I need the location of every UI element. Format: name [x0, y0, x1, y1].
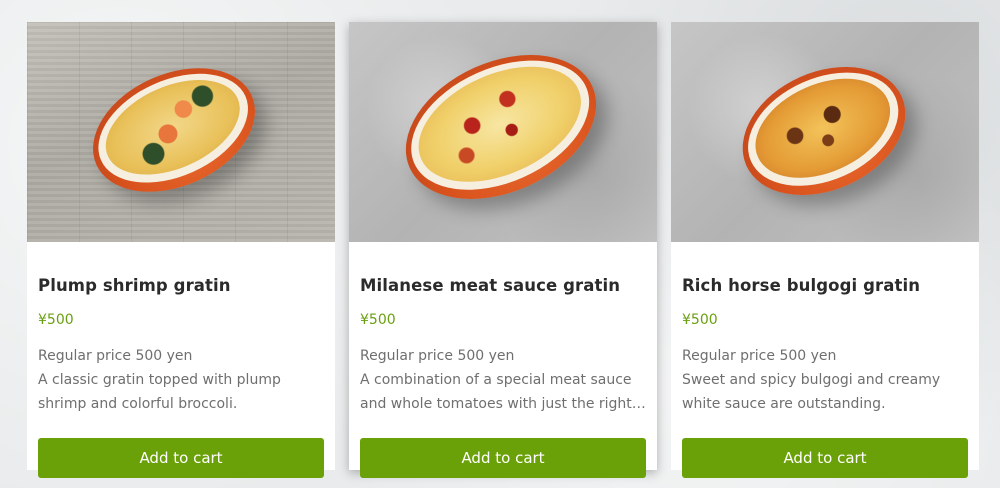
product-image[interactable]	[27, 22, 335, 242]
product-image[interactable]	[349, 22, 657, 242]
product-card: Milanese meat sauce gratin ¥500 Regular …	[349, 22, 657, 478]
gratin-dish-graphic	[383, 26, 619, 228]
product-title[interactable]: Rich horse bulgogi gratin	[682, 276, 920, 295]
product-price: ¥500	[360, 312, 396, 328]
regular-price-text: Regular price 500 yen	[682, 348, 837, 364]
description-line: Sweet and spicy bulgogi and creamy	[682, 372, 941, 388]
product-title[interactable]: Milanese meat sauce gratin	[360, 276, 620, 295]
description-line: A classic gratin topped with plump	[38, 372, 281, 388]
description-line: shrimp and colorful broccoli.	[38, 396, 238, 412]
product-description: Regular price 500 yen A combination of a…	[360, 344, 646, 416]
product-grid: Plump shrimp gratin ¥500 Regular price 5…	[27, 22, 979, 478]
gratin-dish-graphic	[73, 44, 275, 216]
product-title[interactable]: Plump shrimp gratin	[38, 276, 231, 295]
product-description: Regular price 500 yen Sweet and spicy bu…	[682, 344, 968, 416]
regular-price-text: Regular price 500 yen	[38, 348, 193, 364]
description-line: and whole tomatoes with just the right…	[360, 396, 646, 412]
description-line: white sauce are outstanding.	[682, 396, 886, 412]
product-price: ¥500	[38, 312, 74, 328]
product-card: Plump shrimp gratin ¥500 Regular price 5…	[27, 22, 335, 478]
regular-price-text: Regular price 500 yen	[360, 348, 515, 364]
product-description: Regular price 500 yen A classic gratin t…	[38, 344, 324, 416]
add-to-cart-button[interactable]: Add to cart	[38, 438, 324, 478]
product-card: Rich horse bulgogi gratin ¥500 Regular p…	[671, 22, 979, 478]
add-to-cart-button[interactable]: Add to cart	[682, 438, 968, 478]
gratin-dish-graphic	[722, 42, 926, 220]
product-price: ¥500	[682, 312, 718, 328]
add-to-cart-button[interactable]: Add to cart	[360, 438, 646, 478]
product-image[interactable]	[671, 22, 979, 242]
description-line: A combination of a special meat sauce	[360, 372, 632, 388]
